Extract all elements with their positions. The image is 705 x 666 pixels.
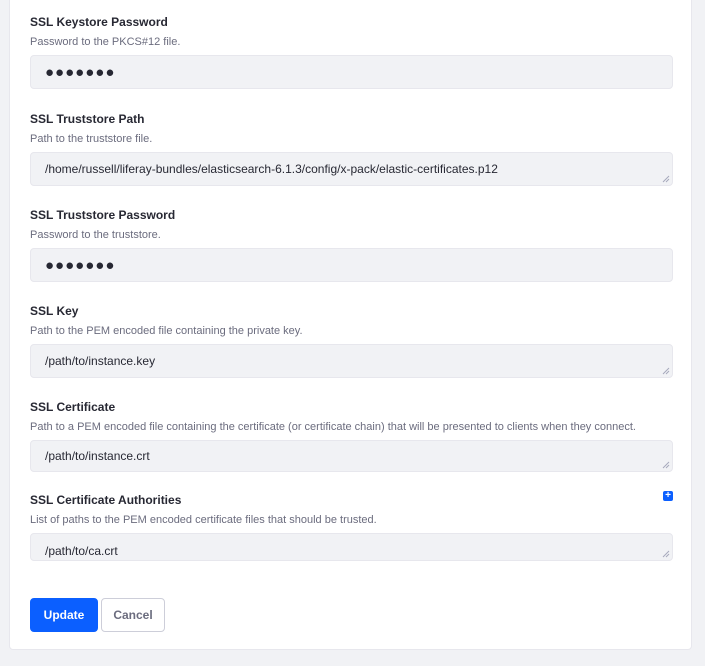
- input-value: /path/to/instance.key: [45, 354, 156, 368]
- ssl-keystore-password-input[interactable]: ●●●●●●●: [30, 55, 673, 89]
- cancel-button[interactable]: Cancel: [101, 598, 165, 632]
- field-help: Password to the PKCS#12 file.: [30, 36, 181, 48]
- ssl-truststore-path-textarea[interactable]: /home/russell/liferay-bundles/elasticsea…: [30, 152, 673, 186]
- resize-grip-icon[interactable]: [662, 461, 670, 469]
- field-help: Path to a PEM encoded file containing th…: [30, 421, 636, 433]
- ssl-key-textarea[interactable]: /path/to/instance.key: [30, 344, 673, 378]
- input-value: /path/to/instance.crt: [45, 449, 150, 463]
- field-help: Password to the truststore.: [30, 229, 161, 241]
- field-label: SSL Certificate Authorities: [30, 493, 182, 507]
- ssl-truststore-path-group: SSL Truststore Path Path to the truststo…: [30, 112, 673, 186]
- ssl-certificate-textarea[interactable]: /path/to/instance.crt: [30, 440, 673, 472]
- ssl-keystore-password-group: SSL Keystore Password Password to the PK…: [30, 15, 673, 89]
- ssl-truststore-password-group: SSL Truststore Password Password to the …: [30, 208, 673, 282]
- field-help: Path to the PEM encoded file containing …: [30, 325, 303, 337]
- field-label: SSL Key: [30, 304, 79, 318]
- ssl-certificate-authorities-group: SSL Certificate Authorities + List of pa…: [30, 491, 673, 561]
- field-help: Path to the truststore file.: [30, 133, 153, 145]
- input-value: ●●●●●●●: [45, 256, 116, 274]
- field-label: SSL Keystore Password: [30, 15, 168, 29]
- resize-grip-icon[interactable]: [662, 175, 670, 183]
- input-value: /path/to/ca.crt: [45, 544, 118, 558]
- update-button[interactable]: Update: [30, 598, 98, 632]
- add-icon[interactable]: +: [663, 491, 673, 501]
- ssl-truststore-password-input[interactable]: ●●●●●●●: [30, 248, 673, 282]
- field-label: SSL Truststore Path: [30, 112, 145, 126]
- ssl-certificate-group: SSL Certificate Path to a PEM encoded fi…: [30, 400, 673, 472]
- input-value: ●●●●●●●: [45, 63, 116, 81]
- resize-grip-icon[interactable]: [662, 550, 670, 558]
- input-value: /home/russell/liferay-bundles/elasticsea…: [45, 162, 498, 176]
- field-label: SSL Truststore Password: [30, 208, 176, 222]
- ssl-certificate-authorities-textarea[interactable]: /path/to/ca.crt: [30, 533, 673, 561]
- ssl-key-group: SSL Key Path to the PEM encoded file con…: [30, 304, 673, 378]
- field-help: List of paths to the PEM encoded certifi…: [30, 514, 377, 526]
- field-label: SSL Certificate: [30, 400, 116, 414]
- resize-grip-icon[interactable]: [662, 367, 670, 375]
